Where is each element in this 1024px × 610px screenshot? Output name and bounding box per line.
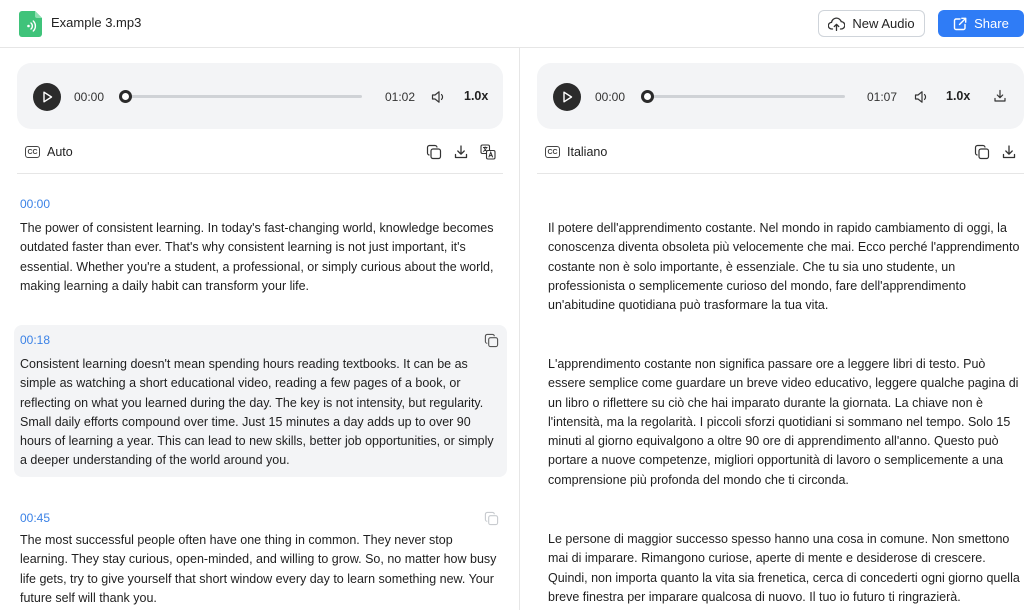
new-audio-button[interactable]: New Audio [818,10,925,37]
playback-speed[interactable]: 1.0x [946,89,970,103]
translate-icon[interactable] [480,144,496,160]
volume-icon[interactable] [914,90,930,104]
segment-text: The power of consistent learning. In tod… [20,221,494,293]
copy-segment-icon[interactable] [484,333,499,348]
translation-pane: 00:00 01:07 1.0x CC Italiano Il potere d… [520,48,1024,610]
segment-timestamp[interactable]: 00:18 [20,333,50,347]
play-icon [42,91,52,103]
seek-bar[interactable] [647,95,845,98]
share-label: Share [974,16,1009,31]
file-name: Example 3.mp3 [51,15,142,30]
seek-handle[interactable] [641,90,654,103]
cloud-upload-icon [828,17,846,31]
current-time: 00:00 [595,90,626,104]
transcript-segment-active: 00:18 Consistent learning doesn't mean s… [14,325,507,477]
source-language: Auto [47,145,73,159]
translated-segment-text: Le persone di maggior successo spesso ha… [548,532,1020,604]
language-bar-translation: CC Italiano [537,140,1024,174]
share-button[interactable]: Share [938,10,1024,37]
new-audio-label: New Audio [852,16,915,31]
segment-timestamp[interactable]: 00:00 [20,197,50,211]
translated-segment-text: Il potere dell'apprendimento costante. N… [548,221,1020,313]
current-time: 00:00 [74,90,105,104]
download-icon[interactable] [453,144,469,160]
target-language[interactable]: Italiano [567,145,607,159]
play-button[interactable] [553,83,581,111]
playback-speed[interactable]: 1.0x [464,89,488,103]
audio-player-translation: 00:00 01:07 1.0x [537,63,1024,129]
original-transcript-pane: 00:00 01:02 1.0x CC Auto 00:00 The power… [0,48,519,610]
seek-bar[interactable] [125,95,362,98]
download-audio-icon[interactable] [993,89,1007,103]
segment-timestamp[interactable]: 00:45 [20,511,50,525]
translated-segment-text: L'apprendimento costante non significa p… [548,357,1019,487]
audio-file-icon [19,11,42,37]
captions-icon: CC [545,146,560,158]
language-bar-original: CC Auto [17,140,503,174]
captions-icon: CC [25,146,40,158]
share-icon [953,17,967,30]
segment-text: Consistent learning doesn't mean spendin… [20,357,494,468]
top-bar: Example 3.mp3 New Audio Share [0,0,1024,48]
transcript-segment: 00:45 The most successful people often h… [14,503,507,610]
play-button[interactable] [33,83,61,111]
duration: 01:07 [867,90,898,104]
copy-icon[interactable] [974,144,990,160]
volume-icon[interactable] [431,90,447,104]
transcript-segment: 00:00 The power of consistent learning. … [14,189,507,301]
seek-handle[interactable] [119,90,132,103]
duration: 01:02 [385,90,416,104]
segment-text: The most successful people often have on… [20,533,497,605]
play-icon [562,91,572,103]
audio-player-original: 00:00 01:02 1.0x [17,63,503,129]
copy-icon[interactable] [426,144,442,160]
copy-segment-icon[interactable] [484,511,499,526]
download-icon[interactable] [1001,144,1017,160]
